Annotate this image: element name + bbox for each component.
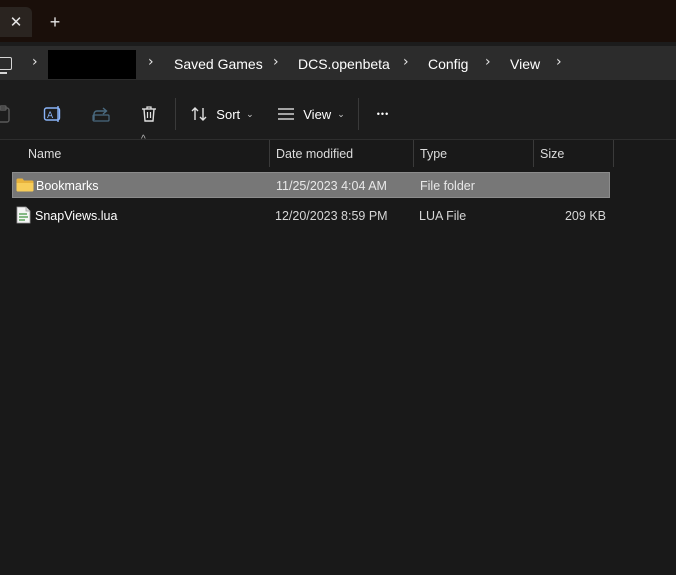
rename-button[interactable]: A [40, 100, 66, 128]
this-pc-icon[interactable] [0, 57, 12, 74]
chevron-right-icon[interactable]: › [556, 54, 562, 70]
new-tab-button[interactable]: + [40, 8, 70, 36]
close-icon: ✕ [9, 14, 23, 31]
file-date-modified: 11/25/2023 4:04 AM [276, 179, 387, 193]
file-type: LUA File [419, 209, 467, 223]
breadcrumb-saved-games[interactable]: Saved Games [174, 56, 263, 72]
column-header-type[interactable]: Type [414, 140, 534, 167]
column-date-label: Date modified [276, 147, 354, 161]
sort-label: Sort [216, 106, 241, 122]
view-list-icon [278, 108, 295, 120]
chevron-right-icon[interactable]: › [148, 54, 154, 70]
column-header-date-modified[interactable]: Date modified [270, 140, 414, 167]
file-row[interactable]: SnapViews.lua 12/20/2023 8:59 PM LUA Fil… [12, 203, 610, 229]
column-header-row: ^ Name Date modified Type Size [0, 134, 676, 167]
breadcrumb-config[interactable]: Config [428, 56, 468, 72]
sort-icon [191, 107, 207, 121]
more-options-button[interactable]: ••• [368, 100, 398, 128]
file-row[interactable]: Bookmarks 11/25/2023 4:04 AM File folder [12, 172, 610, 198]
column-type-label: Type [420, 147, 448, 161]
delete-button[interactable] [136, 100, 162, 128]
clipboard-icon [0, 105, 10, 123]
chevron-right-icon[interactable]: › [273, 54, 279, 70]
command-bar: A Sort ⌄ View ⌄ ••• [0, 88, 676, 140]
chevron-right-icon[interactable]: › [403, 54, 409, 70]
toolbar-divider [358, 98, 359, 130]
plus-icon: + [49, 11, 61, 32]
redacted-user-folder[interactable] [48, 50, 136, 79]
column-header-name[interactable]: Name [22, 140, 270, 167]
svg-text:A: A [47, 111, 54, 121]
folder-icon [16, 178, 34, 192]
paste-button[interactable] [0, 100, 14, 128]
view-label: View [303, 106, 332, 122]
breadcrumb-view[interactable]: View [510, 56, 540, 72]
column-header-size[interactable]: Size [534, 140, 614, 167]
share-button[interactable] [88, 100, 114, 128]
chevron-right-icon[interactable]: › [485, 54, 491, 70]
chevron-right-icon[interactable]: › [32, 54, 38, 70]
address-bar[interactable]: › › Saved Games › DCS.openbeta › Config … [0, 46, 676, 80]
view-button[interactable]: View ⌄ [276, 100, 346, 128]
sort-button[interactable]: Sort ⌄ [190, 100, 254, 128]
share-icon [92, 107, 110, 122]
toolbar-divider [175, 98, 176, 130]
column-size-label: Size [540, 147, 565, 161]
chevron-down-icon: ⌄ [337, 108, 345, 119]
more-icon: ••• [376, 109, 390, 119]
trash-icon [142, 106, 156, 122]
rename-icon: A [43, 106, 61, 122]
title-bar: ✕ + [0, 0, 676, 42]
chevron-down-icon: ⌄ [246, 108, 254, 119]
lua-file-icon [16, 206, 31, 224]
breadcrumb-dcs-openbeta[interactable]: DCS.openbeta [298, 56, 390, 72]
column-name-label: Name [28, 147, 62, 161]
file-name[interactable]: SnapViews.lua [35, 209, 117, 223]
file-size: 209 KB [564, 209, 606, 223]
close-tab-button[interactable]: ✕ [0, 7, 32, 37]
file-name[interactable]: Bookmarks [36, 179, 99, 193]
address-bar-region: › › Saved Games › DCS.openbeta › Config … [0, 42, 676, 88]
file-date-modified: 12/20/2023 8:59 PM [275, 209, 388, 223]
file-type: File folder [420, 179, 475, 193]
